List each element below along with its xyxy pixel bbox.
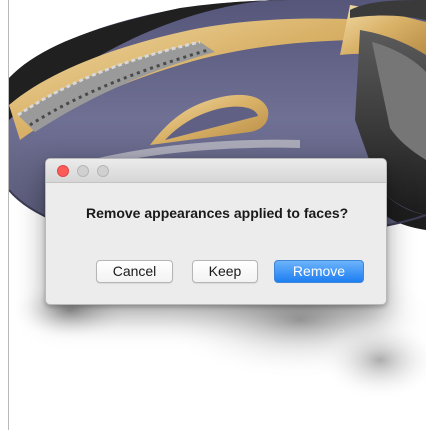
viewport-border	[8, 0, 9, 430]
keep-button[interactable]: Keep	[192, 260, 258, 283]
cancel-button[interactable]: Cancel	[96, 260, 173, 283]
minimize-icon	[77, 165, 89, 177]
zoom-icon	[97, 165, 109, 177]
remove-button[interactable]: Remove	[274, 260, 364, 283]
close-icon[interactable]	[57, 165, 69, 177]
dialog-titlebar[interactable]	[46, 159, 386, 183]
dialog-message: Remove appearances applied to faces?	[86, 205, 349, 221]
confirm-dialog: Remove appearances applied to faces? Can…	[45, 158, 387, 305]
